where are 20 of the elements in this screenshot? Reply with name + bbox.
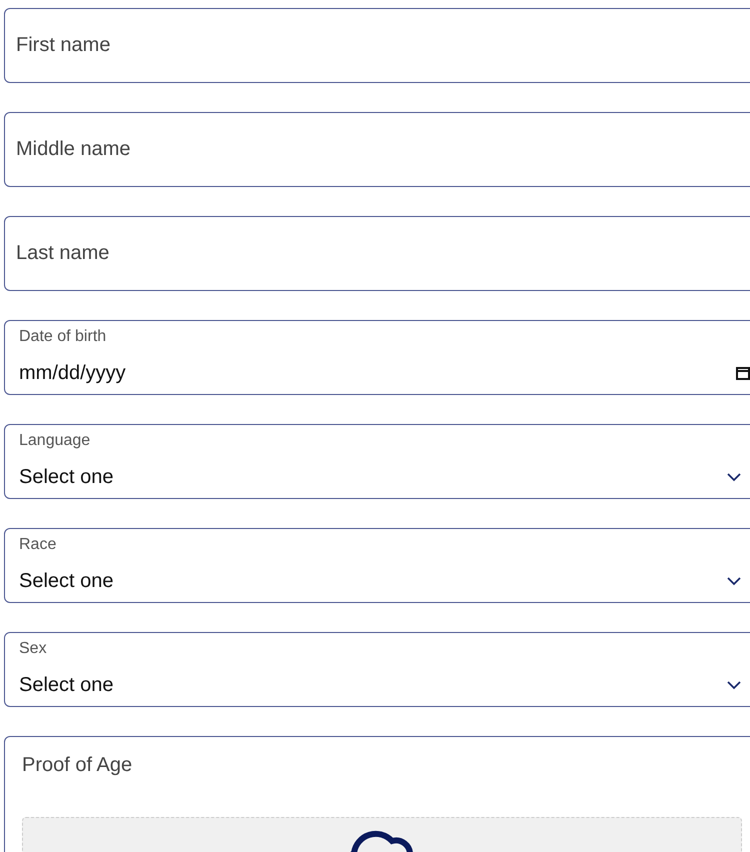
field-value: mm/dd/yyyy: [19, 361, 126, 385]
chevron-down-icon[interactable]: [727, 576, 741, 586]
select-field[interactable]: Language Select one: [4, 424, 750, 499]
text-input-field[interactable]: First name: [4, 8, 750, 83]
text-input-field[interactable]: Middle name: [4, 112, 750, 187]
field-label: Sex: [19, 639, 47, 659]
select-field[interactable]: Sex Select one: [4, 632, 750, 707]
select-field[interactable]: Race Select one: [4, 528, 750, 603]
field-label: Race: [19, 535, 56, 555]
calendar-icon[interactable]: [735, 365, 750, 381]
field-value: Select one: [19, 569, 114, 593]
field-label: Date of birth: [19, 327, 106, 347]
chevron-down-icon[interactable]: [727, 472, 741, 482]
text-input-field[interactable]: Last name: [4, 216, 750, 291]
date-input-field[interactable]: Date of birth mm/dd/yyyy: [4, 320, 750, 395]
field-value: Select one: [19, 673, 114, 697]
chevron-down-icon[interactable]: [727, 680, 741, 690]
field-value: Select one: [19, 465, 114, 489]
field-label: Language: [19, 431, 90, 451]
upload-title: Proof of Age: [22, 753, 132, 777]
